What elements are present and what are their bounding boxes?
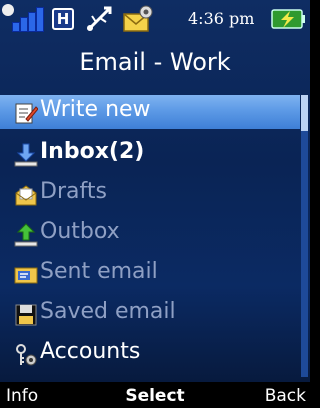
battery-charging-icon [271,9,305,29]
menu-item-saved-email[interactable]: Saved email [0,297,300,331]
scrollbar-thumb[interactable] [301,95,308,131]
usb-icon [86,6,112,32]
menu-item-label: Write new [40,97,151,122]
select-softkey[interactable]: Select [0,386,310,406]
menu-item-label: Outbox [40,219,120,244]
saved-icon [15,304,37,326]
phone-screen: H 4:36 pm Email - Work Write new Inbox(2… [0,0,310,408]
outbox-icon [14,223,38,247]
write-icon [15,103,38,124]
menu-item-label: Saved email [40,299,176,324]
menu-item-label: Inbox(2) [40,139,145,164]
menu-item-drafts[interactable]: Drafts [0,177,300,211]
screen-title: Email - Work [79,48,231,76]
inbox-icon [14,143,38,167]
scrollbar-track[interactable] [301,95,308,377]
drafts-icon [15,185,37,206]
menu-item-write-new[interactable]: Write new [0,95,300,129]
accounts-icon [16,344,37,366]
signal-strength-icon [2,4,44,32]
sent-icon [14,267,38,284]
status-bar: H 4:36 pm [0,0,310,38]
menu-item-sent-email[interactable]: Sent email [0,257,300,291]
menu-item-label: Drafts [40,179,107,204]
menu-item-label: Sent email [40,259,158,284]
menu-item-inbox[interactable]: Inbox(2) [0,137,300,171]
email-menu: Write new Inbox(2) Drafts Outbox Sent em… [0,95,310,377]
network-type-badge: H [52,8,74,30]
menu-item-label: Accounts [40,339,141,364]
menu-item-accounts[interactable]: Accounts [0,337,300,371]
back-softkey[interactable]: Back [265,386,306,406]
menu-item-outbox[interactable]: Outbox [0,217,300,251]
new-message-icon [123,5,153,32]
clock: 4:36 pm [188,9,255,28]
softkey-bar: Info Select Back [0,382,310,408]
